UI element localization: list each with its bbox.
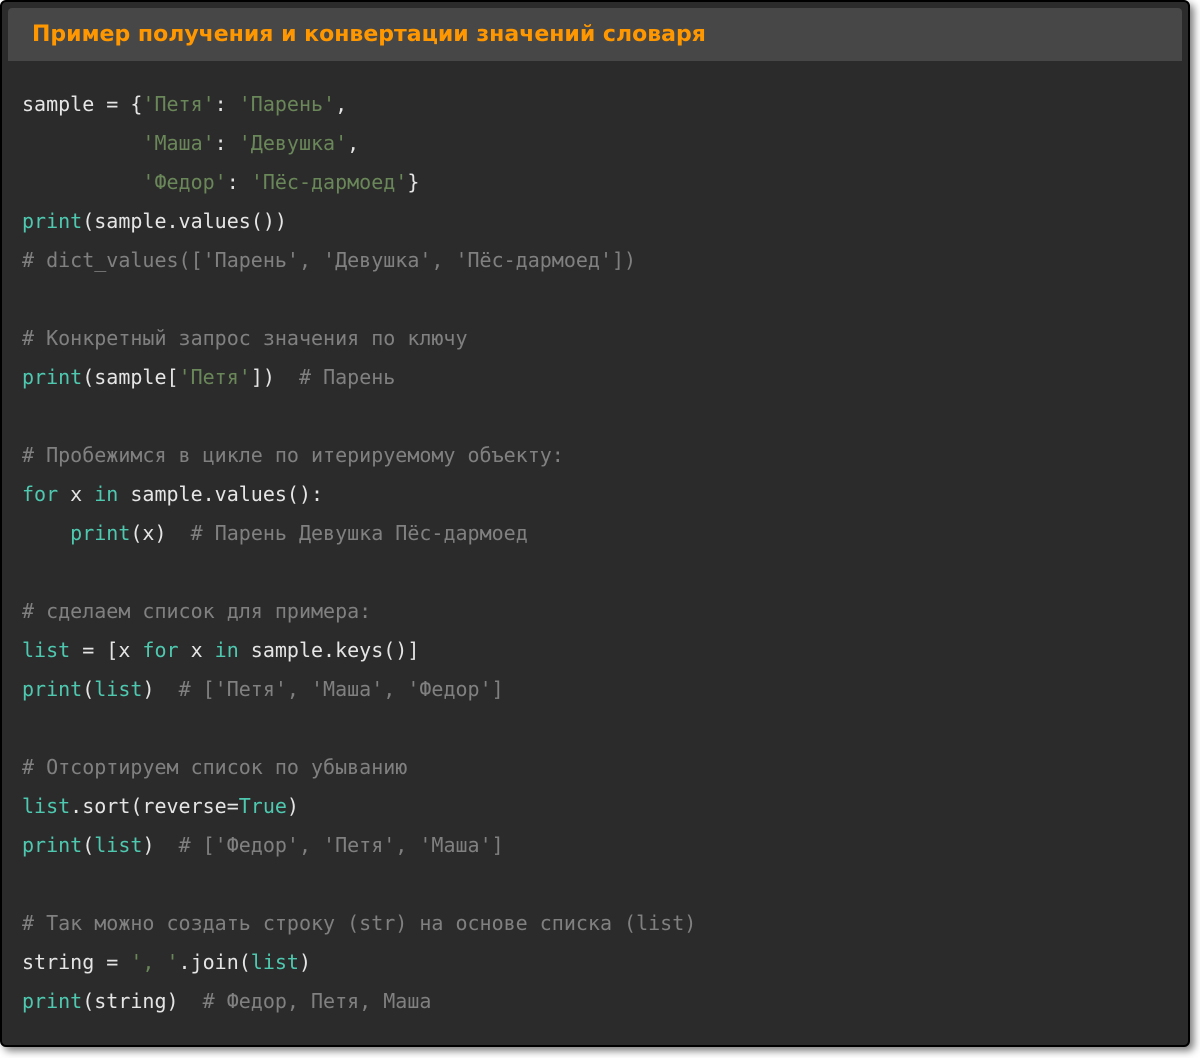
code-token: ) — [142, 833, 178, 857]
code-token: 'Маша' — [142, 131, 214, 155]
code-token: print — [22, 677, 82, 701]
code-token: , — [335, 92, 347, 116]
code-token: ( — [82, 677, 94, 701]
code-token: } — [407, 170, 419, 194]
code-token: : — [215, 92, 239, 116]
code-token: x — [58, 482, 94, 506]
code-token: .join( — [179, 950, 251, 974]
code-token: # Парень — [299, 365, 395, 389]
code-token: print — [70, 521, 130, 545]
code-token: # Федор, Петя, Маша — [203, 989, 432, 1013]
code-token: sample.values — [94, 209, 251, 233]
code-token: # dict_values(['Парень', 'Девушка', 'Пёс… — [22, 248, 636, 272]
code-token: 'Пёс-дармоед' — [251, 170, 408, 194]
code-token: : — [227, 170, 251, 194]
code-token: True — [239, 794, 287, 818]
code-token: ', ' — [130, 950, 178, 974]
code-token: for — [22, 482, 58, 506]
code-token: ()) — [251, 209, 287, 233]
code-token: # Отсортируем список по убыванию — [22, 755, 407, 779]
code-token: in — [215, 638, 239, 662]
code-token: (x) — [130, 521, 190, 545]
code-token: ) — [287, 794, 299, 818]
code-token: sample — [22, 92, 94, 116]
code-token: = — [94, 92, 130, 116]
code-example-block: Пример получения и конвертации значений … — [0, 0, 1190, 1047]
code-token: 'Петя' — [142, 92, 214, 116]
code-token: sample.keys()] — [239, 638, 420, 662]
code-token: ( — [82, 833, 94, 857]
code-token: [x — [106, 638, 142, 662]
code-token: # Парень Девушка Пёс-дармоед — [191, 521, 528, 545]
code-token: print — [22, 365, 82, 389]
code-token: # ['Петя', 'Маша', 'Федор'] — [179, 677, 504, 701]
code-token: sample — [94, 365, 166, 389]
code-token: x — [179, 638, 215, 662]
code-token: ) — [142, 677, 178, 701]
code-token: ) — [299, 950, 311, 974]
code-token: [ — [167, 365, 179, 389]
code-token: print — [22, 833, 82, 857]
code-token — [22, 131, 142, 155]
code-token: list — [94, 677, 142, 701]
code-token: = — [94, 950, 130, 974]
code-token: 'Парень' — [239, 92, 335, 116]
code-token: : — [215, 131, 239, 155]
code-header: Пример получения и конвертации значений … — [8, 8, 1182, 61]
code-token: 'Федор' — [142, 170, 226, 194]
code-token: # сделаем список для примера: — [22, 599, 371, 623]
code-token: .sort(reverse= — [70, 794, 239, 818]
code-token: (string) — [82, 989, 202, 1013]
code-token: for — [142, 638, 178, 662]
code-token: string — [22, 950, 94, 974]
code-token: in — [94, 482, 118, 506]
code-token: 'Петя' — [179, 365, 251, 389]
code-body: sample = {'Петя': 'Парень', 'Маша': 'Дев… — [2, 61, 1188, 1045]
code-token: , — [347, 131, 359, 155]
code-token: sample.values(): — [118, 482, 323, 506]
code-token: list — [94, 833, 142, 857]
code-token: print — [22, 209, 82, 233]
code-token: # Так можно создать строку (str) на осно… — [22, 911, 696, 935]
code-token: # ['Федор', 'Петя', 'Маша'] — [179, 833, 504, 857]
code-token — [22, 170, 142, 194]
code-token: list — [22, 638, 70, 662]
code-token: print — [22, 989, 82, 1013]
code-token: = — [70, 638, 106, 662]
code-token: # Пробежимся в цикле по итерируемому объ… — [22, 443, 564, 467]
code-token: ( — [82, 209, 94, 233]
code-token: 'Девушка' — [239, 131, 347, 155]
code-token: list — [251, 950, 299, 974]
code-token: list — [22, 794, 70, 818]
code-token — [22, 521, 70, 545]
code-header-title: Пример получения и конвертации значений … — [32, 22, 706, 47]
code-token: ]) — [251, 365, 299, 389]
code-token: ( — [82, 365, 94, 389]
code-token: # Конкретный запрос значения по ключу — [22, 326, 468, 350]
code-token: { — [130, 92, 142, 116]
